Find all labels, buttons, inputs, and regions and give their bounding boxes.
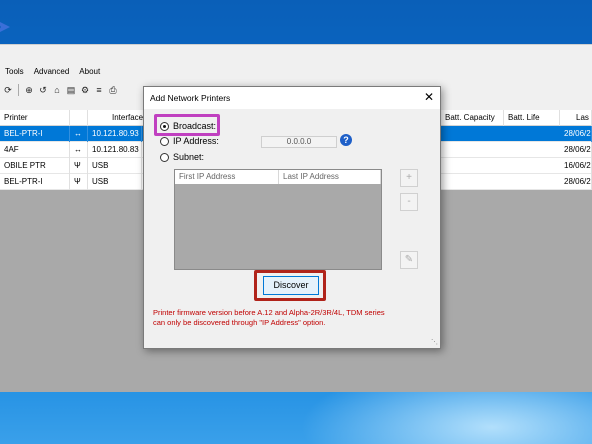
network-icon: ↔ bbox=[70, 142, 88, 158]
col-first-ip: First IP Address bbox=[175, 170, 279, 184]
close-icon[interactable]: ✕ bbox=[424, 90, 434, 104]
col-last-ip: Last IP Address bbox=[279, 170, 381, 184]
resize-grip-icon[interactable]: ⋱ bbox=[431, 338, 438, 346]
menu-advanced[interactable]: Advanced bbox=[29, 65, 75, 81]
dialog-title: Add Network Printers bbox=[150, 93, 231, 103]
cell-last: 28/06/2 bbox=[560, 126, 592, 142]
ip-address-field[interactable]: 0.0.0.0 bbox=[261, 136, 337, 148]
undo-icon[interactable]: ↺ bbox=[37, 84, 49, 96]
warning-line-1: Printer firmware version before A.12 and… bbox=[153, 308, 385, 317]
help-icon[interactable]: ? bbox=[340, 134, 352, 146]
align-icon[interactable]: ≡ bbox=[93, 84, 105, 96]
subnet-header: First IP Address Last IP Address bbox=[175, 170, 381, 184]
cell-printer: BEL-PTR-I bbox=[0, 174, 70, 190]
broadcast-highlight bbox=[154, 114, 220, 136]
usb-icon: Ψ bbox=[70, 174, 88, 190]
toolbar-separator bbox=[18, 84, 19, 96]
remove-range-button[interactable]: - bbox=[400, 193, 418, 211]
menu-bar: Tools Advanced About bbox=[0, 65, 592, 81]
cell-printer: OBILE PTR bbox=[0, 158, 70, 174]
cell-last: 28/06/2 bbox=[560, 142, 592, 158]
refresh-icon[interactable]: ⟳ bbox=[2, 84, 14, 96]
cell-last: 28/06/2 bbox=[560, 174, 592, 190]
network-icon: ↔ bbox=[70, 126, 88, 142]
home-icon[interactable]: ⌂ bbox=[51, 84, 63, 96]
col-last[interactable]: Las bbox=[572, 110, 592, 126]
warning-line-2: can only be discovered through "IP Addre… bbox=[153, 318, 326, 327]
ip-address-radio[interactable]: IP Address: bbox=[160, 136, 219, 146]
edit-range-button[interactable]: ✎ bbox=[400, 251, 418, 269]
radio-unchecked-icon bbox=[160, 152, 169, 162]
cell-interface: USB bbox=[88, 158, 142, 174]
cell-last: 16/06/2 bbox=[560, 158, 592, 174]
dialog-titlebar[interactable]: Add Network Printers ✕ bbox=[144, 87, 440, 109]
menu-about[interactable]: About bbox=[74, 65, 105, 81]
col-printer[interactable]: Printer bbox=[0, 110, 70, 126]
subnet-list[interactable]: First IP Address Last IP Address bbox=[174, 169, 382, 270]
subnet-label: Subnet: bbox=[173, 152, 205, 162]
settings-icon[interactable]: ⚙ bbox=[79, 84, 91, 96]
subnet-radio[interactable]: Subnet: bbox=[160, 152, 204, 162]
add-printer-icon[interactable]: ⎙ bbox=[107, 84, 119, 96]
col-iface-icon bbox=[70, 110, 88, 126]
col-batt-capacity[interactable]: Batt. Capacity bbox=[441, 110, 504, 126]
cell-printer: 4AF bbox=[0, 142, 70, 158]
crosshair-icon[interactable]: ⊕ bbox=[23, 84, 35, 96]
app-logo-icon bbox=[0, 22, 10, 32]
add-range-button[interactable]: + bbox=[400, 169, 418, 187]
usb-icon: Ψ bbox=[70, 158, 88, 174]
discover-button[interactable]: Discover bbox=[263, 276, 319, 295]
col-batt-life[interactable]: Batt. Life bbox=[504, 110, 560, 126]
cell-printer: BEL-PTR-I bbox=[0, 126, 70, 142]
radio-unchecked-icon bbox=[160, 136, 169, 146]
document-icon[interactable]: ▤ bbox=[65, 84, 77, 96]
menu-tools[interactable]: Tools bbox=[0, 65, 29, 81]
cell-interface: 10.121.80.93 bbox=[88, 126, 142, 142]
cell-interface: USB bbox=[88, 174, 142, 190]
cell-interface: 10.121.80.83 bbox=[88, 142, 142, 158]
ip-address-label: IP Address: bbox=[173, 136, 219, 146]
firmware-warning: Printer firmware version before A.12 and… bbox=[153, 308, 423, 328]
